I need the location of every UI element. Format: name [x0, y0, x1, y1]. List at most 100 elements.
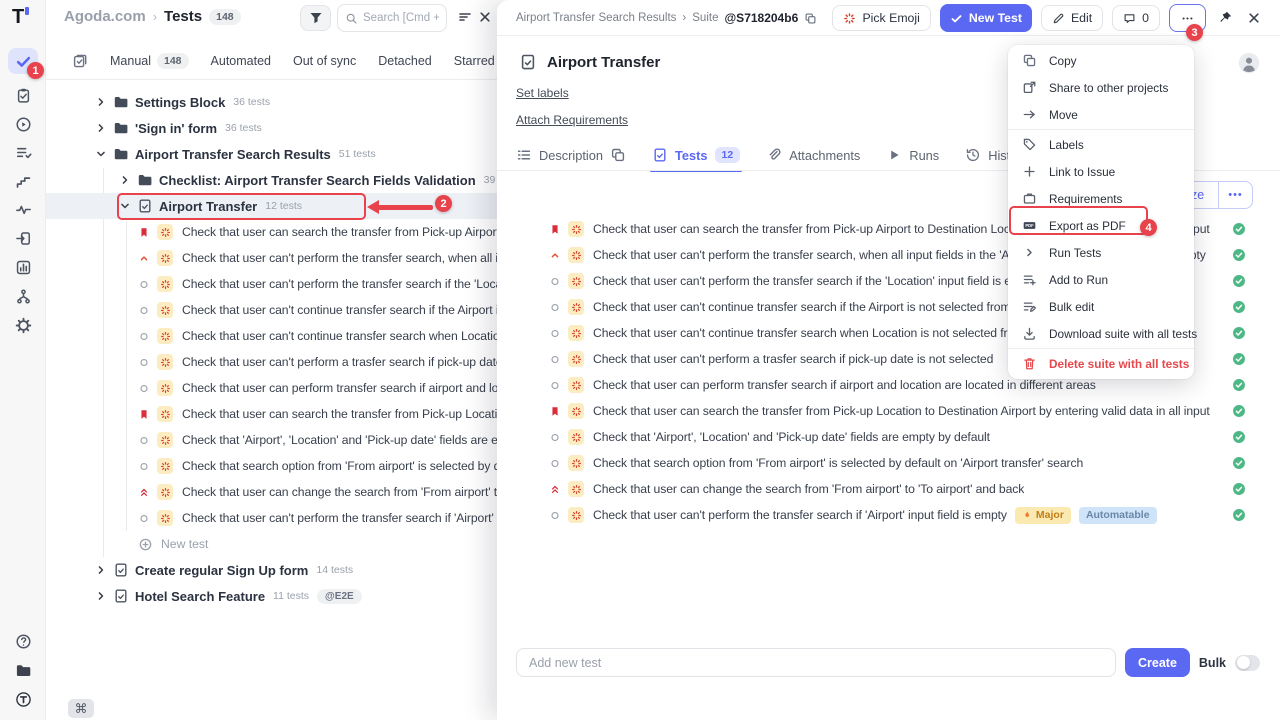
edit-button[interactable]: Edit	[1041, 5, 1103, 31]
summarize-more[interactable]: •••	[1219, 182, 1252, 208]
severity-high-icon	[549, 483, 561, 496]
tree-folder-sign-in-form[interactable]: 'Sign in' form 36 tests	[46, 115, 497, 141]
severity-normal-icon	[549, 431, 561, 444]
tree-test-row[interactable]: Check that search option from 'From airp…	[46, 453, 497, 479]
chevron-down-icon[interactable]	[94, 147, 108, 161]
tree-test-row[interactable]: Check that user can search the transfer …	[46, 219, 497, 245]
tree-test-row[interactable]: Check that 'Airport', 'Location' and 'Pi…	[46, 427, 497, 453]
app-logo[interactable]: T	[12, 6, 29, 29]
rail-import-button[interactable]	[8, 225, 38, 251]
tab-description[interactable]: Description	[516, 147, 626, 171]
status-passed-icon	[1232, 326, 1246, 340]
folder-icon	[113, 120, 129, 136]
menu-item-requirements[interactable]: Requirements	[1008, 185, 1194, 212]
pick-emoji-button[interactable]: Pick Emoji	[832, 5, 930, 31]
annotation-step-4: 4	[1140, 219, 1157, 236]
breadcrumb-section[interactable]: Tests	[164, 8, 202, 25]
suite-test-row[interactable]: Check that search option from 'From airp…	[497, 450, 1280, 476]
chevron-down-icon[interactable]	[118, 199, 132, 213]
tree-test-row[interactable]: Check that user can't perform the transf…	[46, 245, 497, 271]
filter-tab-starred[interactable]: Starred	[454, 54, 495, 68]
search-input[interactable]	[363, 12, 439, 24]
tab-tests[interactable]: Tests 12	[652, 147, 740, 171]
tab-runs[interactable]: Runs	[886, 147, 939, 171]
rail-about-button[interactable]	[8, 686, 38, 712]
rail-milestones-button[interactable]	[8, 168, 38, 194]
rail-integrations-button[interactable]	[8, 283, 38, 309]
rail-pulse-button[interactable]	[8, 196, 38, 222]
tree-test-row[interactable]: Check that user can't perform the transf…	[46, 271, 497, 297]
breadcrumb-project[interactable]: Agoda.com	[64, 8, 146, 25]
sort-button[interactable]	[457, 9, 475, 27]
menu-item-share-to-other-projects[interactable]: Share to other projects	[1008, 74, 1194, 101]
rail-plans-button[interactable]	[8, 111, 38, 137]
detail-header: Airport Transfer Search Results › Suite …	[497, 0, 1280, 36]
rail-runs-button[interactable]	[8, 82, 38, 108]
rail-help-button[interactable]	[8, 628, 38, 654]
suite-breadcrumb-parent[interactable]: Airport Transfer Search Results	[516, 12, 676, 24]
filter-tab-out-of-sync[interactable]: Out of sync	[293, 54, 356, 68]
tree-test-row[interactable]: Check that user can search the transfer …	[46, 401, 497, 427]
comments-button[interactable]: 0	[1112, 5, 1160, 31]
chevron-right-icon[interactable]	[94, 121, 108, 135]
menu-item-move[interactable]: Move	[1008, 101, 1194, 128]
suite-test-row[interactable]: Check that 'Airport', 'Location' and 'Pi…	[497, 424, 1280, 450]
new-test-button[interactable]: New Test	[940, 4, 1032, 32]
tree-test-row[interactable]: Check that user can perform transfer sea…	[46, 375, 497, 401]
chevron-right-icon[interactable]	[118, 173, 132, 187]
tree-folder-checklist-airport-transfer-search-fields-validation[interactable]: Checklist: Airport Transfer Search Field…	[46, 167, 497, 193]
menu-item-delete-suite-with-all-tests[interactable]: Delete suite with all tests	[1008, 350, 1194, 377]
tab-attachments[interactable]: Attachments	[766, 147, 860, 171]
copy-description-icon[interactable]	[610, 147, 626, 163]
menu-item-add-to-run[interactable]: Add to Run	[1008, 266, 1194, 293]
rail-analytics-button[interactable]	[8, 254, 38, 280]
menu-item-download-suite-with-all-tests[interactable]: Download suite with all tests	[1008, 320, 1194, 347]
copy-suite-id-icon[interactable]	[804, 12, 817, 25]
test-emoji-icon	[157, 406, 173, 422]
suite-test-row[interactable]: Check that user can't perform the transf…	[497, 502, 1280, 528]
tree-test-row[interactable]: Check that user can't perform the transf…	[46, 505, 497, 531]
rail-checklists-button[interactable]	[8, 139, 38, 165]
menu-item-bulk-edit[interactable]: Bulk edit	[1008, 293, 1194, 320]
rail-projects-button[interactable]	[8, 657, 38, 683]
tree-test-row[interactable]: Check that user can't continue transfer …	[46, 323, 497, 349]
filter-tab-manual[interactable]: Manual148	[110, 53, 189, 69]
tree-folder-airport-transfer-search-results[interactable]: Airport Transfer Search Results 51 tests	[46, 141, 497, 167]
new-test-row[interactable]: New test	[46, 531, 497, 557]
tree-test-row[interactable]: Check that user can't continue transfer …	[46, 297, 497, 323]
chevron-right-icon[interactable]	[94, 589, 108, 603]
tree-test-row[interactable]: Check that user can change the search fr…	[46, 479, 497, 505]
pin-button[interactable]	[1215, 8, 1235, 28]
command-key-icon: ⌘	[68, 699, 94, 718]
suite-test-row[interactable]: Check that user can search the transfer …	[497, 398, 1280, 424]
annotation-step-2: 2	[435, 195, 452, 212]
select-all-icon[interactable]	[72, 53, 88, 69]
close-detail-button[interactable]	[1244, 8, 1264, 28]
menu-item-export-as-pdf[interactable]: PDFExport as PDF	[1008, 212, 1194, 239]
suite-test-row[interactable]: Check that user can change the search fr…	[497, 476, 1280, 502]
tree-test-row[interactable]: Check that user can't perform a trasfer …	[46, 349, 497, 375]
annotation-arrow	[378, 205, 433, 210]
filter-button[interactable]	[300, 5, 331, 31]
chevron-right-icon[interactable]	[94, 95, 108, 109]
add-new-test-input[interactable]	[516, 648, 1116, 677]
tree-folder-settings-block[interactable]: Settings Block 36 tests	[46, 89, 497, 115]
tree-suite-hotel-search-feature[interactable]: Hotel Search Feature 11 tests @E2E	[46, 583, 497, 609]
menu-item-link-to-issue[interactable]: Link to Issue	[1008, 158, 1194, 185]
close-tree-panel-button[interactable]	[477, 9, 495, 27]
create-test-button[interactable]: Create	[1125, 648, 1190, 677]
menu-item-copy[interactable]: Copy	[1008, 47, 1194, 74]
chevron-right-icon[interactable]	[94, 563, 108, 577]
set-labels-link[interactable]: Set labels	[516, 86, 569, 100]
rail-settings-button[interactable]	[8, 312, 38, 338]
menu-item-run-tests[interactable]: Run Tests	[1008, 239, 1194, 266]
test-emoji-icon	[568, 429, 584, 445]
attach-requirements-link[interactable]: Attach Requirements	[516, 113, 628, 127]
filter-tab-detached[interactable]: Detached	[378, 54, 432, 68]
bulk-toggle[interactable]	[1235, 655, 1260, 671]
test-emoji-icon	[157, 458, 173, 474]
filter-tab-automated[interactable]: Automated	[211, 54, 271, 68]
menu-item-labels[interactable]: Labels	[1008, 131, 1194, 158]
avatar[interactable]	[1238, 52, 1260, 74]
tree-suite-create-regular-sign-up-form[interactable]: Create regular Sign Up form 14 tests	[46, 557, 497, 583]
